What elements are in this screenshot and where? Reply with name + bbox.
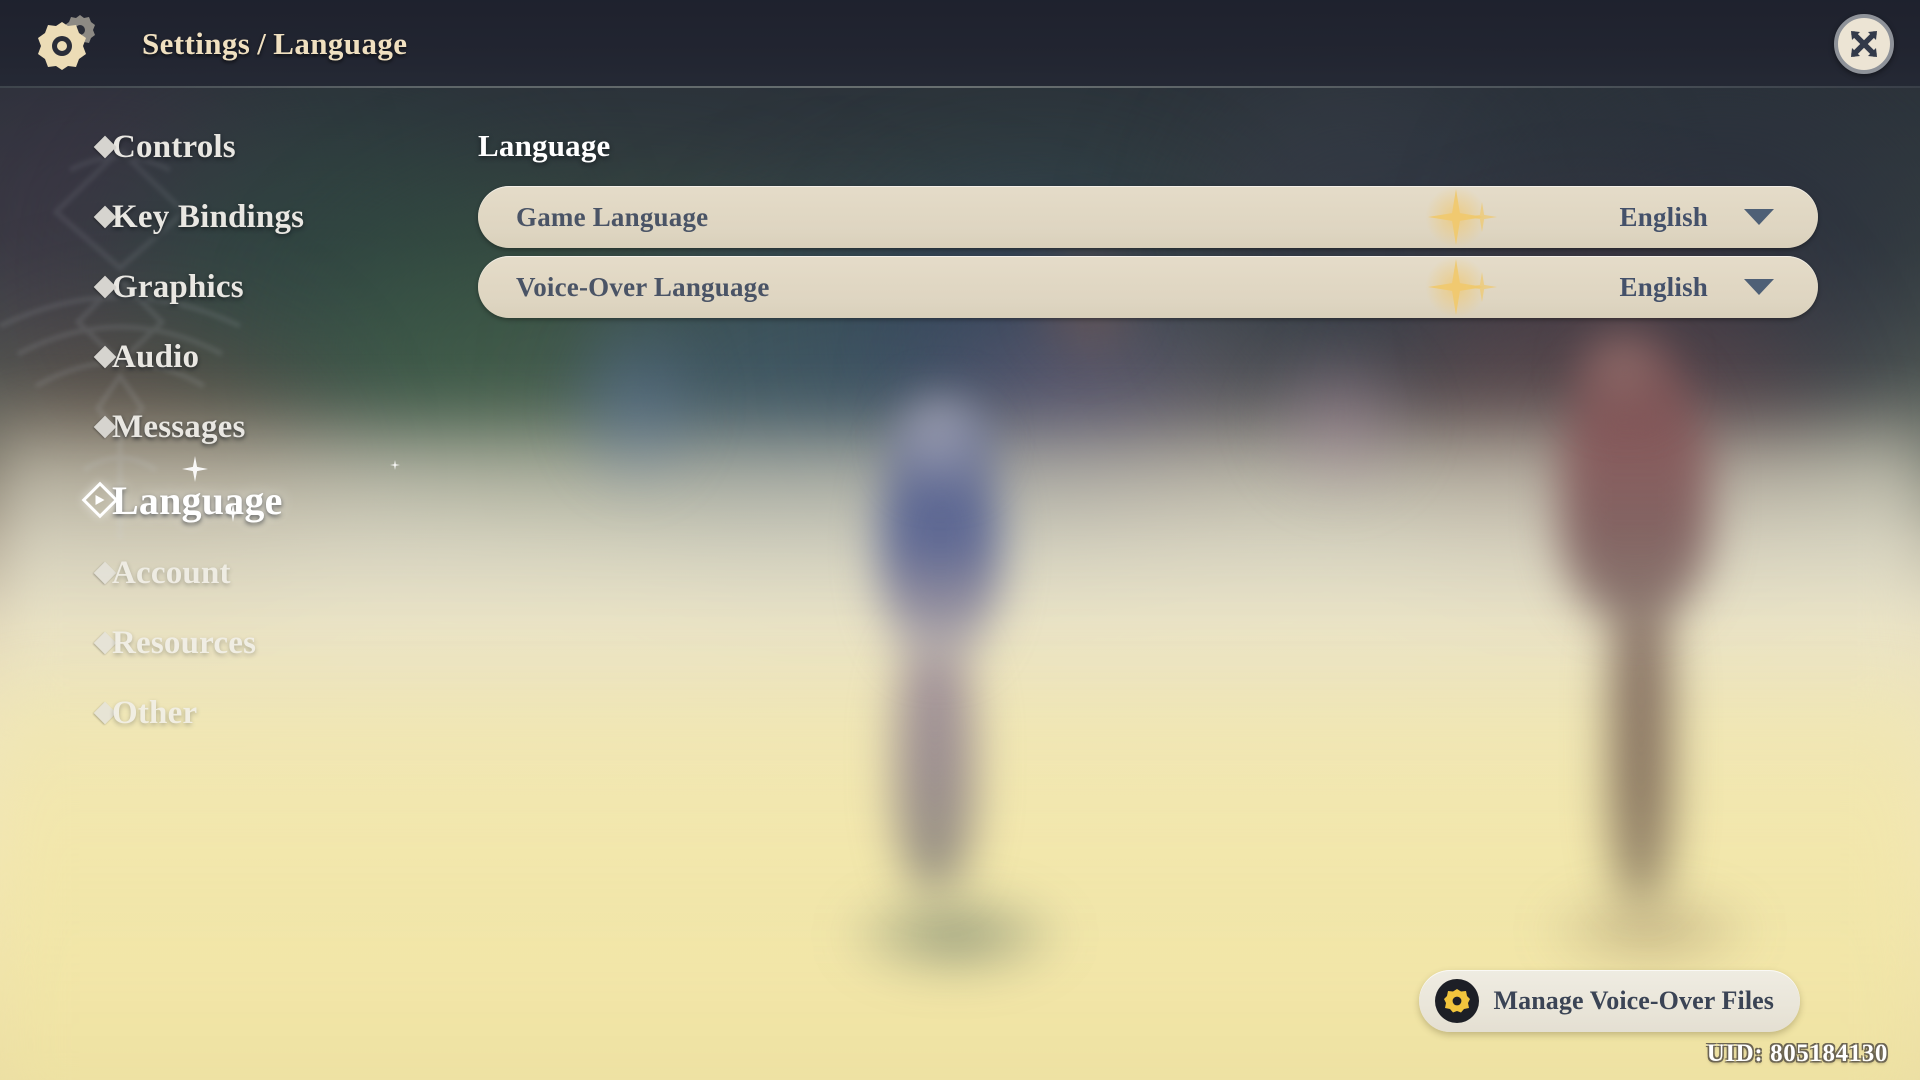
uid-text: UID: 805184130 <box>1706 1040 1888 1067</box>
chevron-down-icon[interactable] <box>1744 279 1774 295</box>
page-title: Language <box>478 128 611 163</box>
sidebar-item-account[interactable]: Account <box>0 538 400 608</box>
breadcrumb-separator: / <box>257 26 267 61</box>
sidebar-item-key-bindings[interactable]: Key Bindings <box>0 182 400 252</box>
gear-icon <box>34 12 102 74</box>
header-bar: Settings / Language <box>0 0 1920 88</box>
sidebar-item-label: Language <box>112 477 283 523</box>
settings-screen: Settings / Language Controls Key Binding… <box>0 0 1920 1080</box>
chevron-down-icon[interactable] <box>1744 209 1774 225</box>
settings-content-panel: Language Game Language English Voice-Ove… <box>478 128 1818 326</box>
close-button[interactable] <box>1834 14 1894 74</box>
sidebar-item-label: Resources <box>112 624 257 661</box>
sparkle-icon <box>390 460 400 470</box>
breadcrumb: Settings / Language <box>142 26 407 62</box>
gear-icon <box>1435 979 1480 1023</box>
manage-voice-over-files-button[interactable]: Manage Voice-Over Files <box>1419 970 1800 1032</box>
sparkle-decoration-icon <box>1424 256 1488 318</box>
sidebar-item-label: Account <box>112 554 231 591</box>
sidebar-item-graphics[interactable]: Graphics <box>0 252 400 322</box>
sparkle-decoration-icon <box>1424 186 1488 248</box>
sidebar-item-messages[interactable]: Messages <box>0 392 400 462</box>
voice-over-language-label: Voice-Over Language <box>516 271 770 302</box>
sidebar-item-audio[interactable]: Audio <box>0 322 400 392</box>
settings-sidebar: Controls Key Bindings Graphics Audio Mes… <box>0 112 400 748</box>
sidebar-item-label: Other <box>112 694 198 731</box>
sidebar-item-controls[interactable]: Controls <box>0 112 400 182</box>
game-language-value: English <box>1619 201 1708 232</box>
game-language-label: Game Language <box>516 201 709 232</box>
sidebar-item-label: Key Bindings <box>112 198 305 235</box>
sidebar-item-label: Controls <box>112 128 236 165</box>
sidebar-item-label: Messages <box>112 408 246 445</box>
voice-over-language-value: English <box>1619 271 1708 302</box>
sidebar-item-label: Audio <box>112 338 200 375</box>
breadcrumb-current: Language <box>273 26 408 61</box>
sidebar-item-label: Graphics <box>112 268 244 305</box>
manage-voice-over-files-label: Manage Voice-Over Files <box>1493 985 1774 1015</box>
close-icon <box>1851 31 1877 57</box>
breadcrumb-root[interactable]: Settings <box>142 26 250 61</box>
sidebar-item-language[interactable]: Language <box>0 456 400 538</box>
sidebar-item-resources[interactable]: Resources <box>0 608 400 678</box>
game-language-dropdown[interactable]: Game Language English <box>478 186 1818 248</box>
sidebar-item-other[interactable]: Other <box>0 678 400 748</box>
voice-over-language-dropdown[interactable]: Voice-Over Language English <box>478 256 1818 318</box>
